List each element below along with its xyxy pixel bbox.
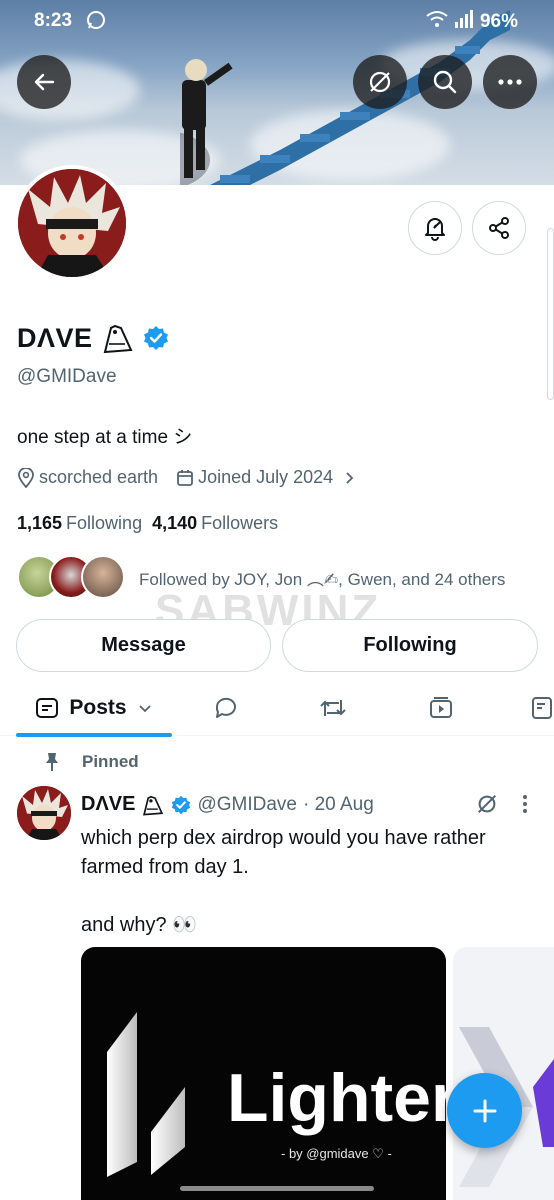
posts-icon <box>36 698 59 718</box>
tab-posts[interactable]: Posts <box>16 680 172 736</box>
profile-tabs: Posts <box>0 680 554 737</box>
following-label: Following <box>66 513 143 533</box>
media-title: Lighter <box>227 1060 446 1136</box>
search-button[interactable] <box>418 55 472 109</box>
follower-avatar <box>81 555 125 599</box>
x-logo-image <box>459 1027 554 1187</box>
verified-badge-icon <box>172 795 191 814</box>
avatar-image <box>17 786 71 840</box>
following-stat[interactable]: 1,165 Following <box>17 513 142 534</box>
status-time: 8:23 <box>34 10 73 31</box>
display-name: DΛVE <box>17 322 93 353</box>
whatsapp-icon <box>86 10 106 36</box>
post-text: which perp dex airdrop would you have ra… <box>81 827 486 936</box>
post-grok-button[interactable] <box>475 792 499 821</box>
following-count: 1,165 <box>17 513 63 533</box>
owl-emoji-icon <box>143 795 164 816</box>
message-button[interactable]: Message <box>16 619 271 672</box>
media-caption: - by @gmidave ♡ - <box>281 1146 392 1161</box>
more-options-button[interactable] <box>483 55 537 109</box>
grok-icon <box>477 794 497 814</box>
profile-avatar[interactable] <box>14 165 130 281</box>
post-date: · 20 Aug <box>303 793 374 815</box>
grok-button[interactable] <box>353 55 407 109</box>
media-icon <box>430 697 452 718</box>
verified-badge-icon[interactable] <box>143 325 169 351</box>
arrow-left-icon <box>34 73 55 91</box>
active-tab-indicator <box>16 733 172 737</box>
location: scorched earth <box>17 467 158 488</box>
article-icon <box>532 697 552 719</box>
post-author-name[interactable]: DΛVE <box>81 793 135 816</box>
repost-icon <box>320 700 346 716</box>
pin-icon <box>46 753 58 771</box>
post-media-image-2[interactable] <box>453 947 554 1200</box>
tab-reposts[interactable] <box>303 680 363 736</box>
scrollbar[interactable] <box>547 228 554 400</box>
joined-date[interactable]: Joined July 2024 <box>176 467 357 488</box>
post-author-handle: @GMIDave <box>197 793 297 815</box>
chevron-right-icon <box>346 471 354 484</box>
profile-name-row: DΛVE <box>17 322 169 354</box>
post-header: DΛVE @GMIDave · 20 Aug <box>81 793 374 816</box>
signal-icon <box>454 10 474 34</box>
battery-text: 96% <box>479 11 518 32</box>
followers-label: Followers <box>201 513 279 533</box>
chevron-down-icon <box>138 705 151 713</box>
pinned-indicator: Pinned <box>44 752 139 772</box>
bell-check-icon <box>425 218 445 241</box>
location-text: scorched earth <box>39 467 159 487</box>
back-button[interactable] <box>17 55 71 109</box>
calendar-icon <box>177 469 193 486</box>
share-icon <box>489 217 509 239</box>
profile-handle: @GMIDave <box>17 366 117 387</box>
joined-text: Joined July 2024 <box>198 467 334 487</box>
owl-emoji-icon <box>103 324 133 354</box>
following-button[interactable]: Following <box>282 619 538 672</box>
tab-replies[interactable] <box>196 680 256 736</box>
profile-bio: one step at a time シ <box>17 427 193 448</box>
share-button[interactable] <box>472 201 526 255</box>
more-vertical-icon <box>523 795 527 813</box>
reply-icon <box>215 697 236 718</box>
location-pin-icon <box>18 467 34 488</box>
compose-button[interactable] <box>447 1073 522 1148</box>
wifi-icon <box>426 10 448 34</box>
tab-media[interactable] <box>411 680 471 736</box>
grok-icon <box>369 71 391 93</box>
search-icon <box>433 70 457 94</box>
notifications-button[interactable] <box>408 201 462 255</box>
plus-icon <box>473 1099 496 1122</box>
tab-posts-label: Posts <box>69 696 127 719</box>
profile-meta: scorched earth Joined July 2024 <box>17 467 375 488</box>
profile-banner[interactable]: 8:23 96% <box>0 0 554 185</box>
more-dots-icon <box>498 79 522 85</box>
post-media-image[interactable]: Lighter - by @gmidave ♡ - <box>81 947 446 1200</box>
status-bar: 8:23 96% <box>0 0 554 44</box>
post-more-button[interactable] <box>522 794 528 819</box>
gesture-home-bar[interactable] <box>180 1186 374 1191</box>
followers-stat[interactable]: 4,140 Followers <box>152 513 278 534</box>
followers-count: 4,140 <box>152 513 198 533</box>
avatar-image <box>18 169 126 277</box>
pinned-label: Pinned <box>82 752 139 771</box>
follow-stats: 1,165 Following 4,140 Followers <box>17 513 278 534</box>
post-author-avatar[interactable] <box>17 786 71 840</box>
tab-articles[interactable] <box>530 680 554 736</box>
